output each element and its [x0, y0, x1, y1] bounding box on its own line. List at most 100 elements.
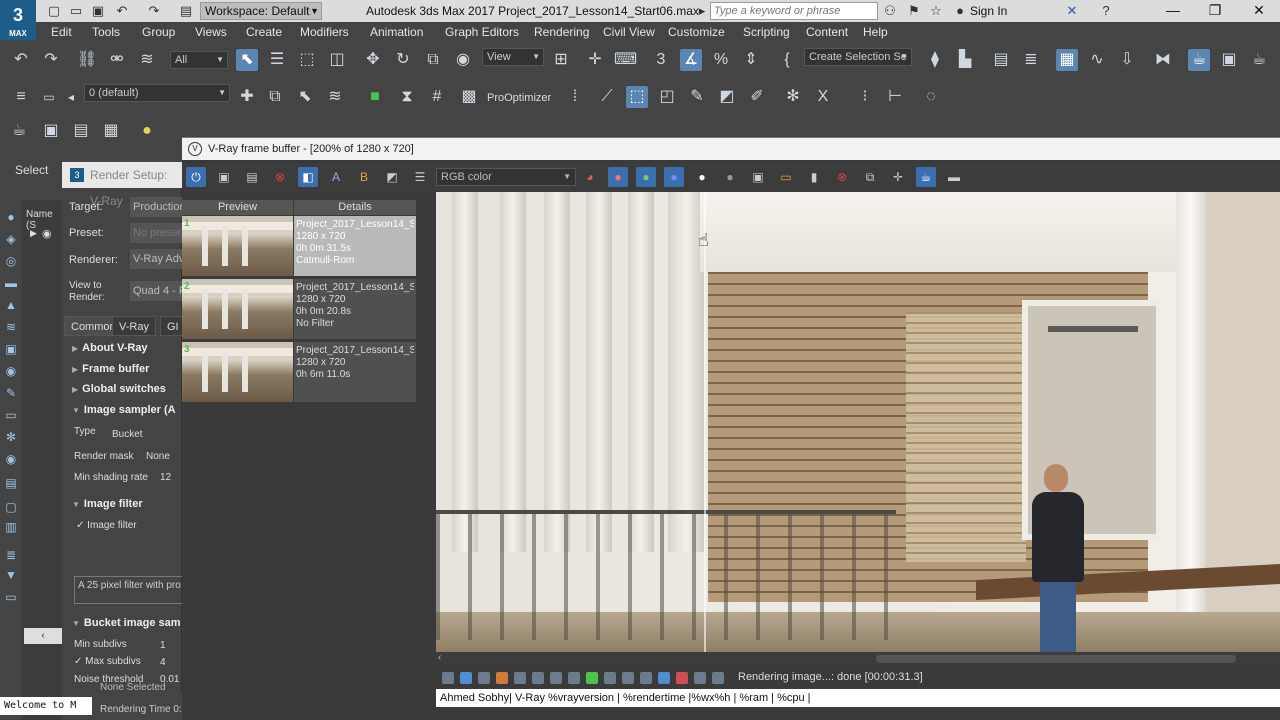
render-setup-icon[interactable]: ☕ — [1188, 49, 1210, 71]
compare-a-b-icon[interactable]: ◧ — [298, 167, 318, 187]
menu-help[interactable]: Help — [863, 25, 888, 39]
rollout-frame-buffer[interactable]: ▶ Frame buffer — [72, 363, 149, 375]
link-icon[interactable]: ⛓ — [76, 49, 98, 71]
target-dropdown[interactable]: Production — [130, 197, 184, 217]
menu-content[interactable]: Content — [806, 25, 848, 39]
unlink-icon[interactable]: ⚮ — [106, 49, 128, 71]
menu-edit[interactable]: Edit — [51, 25, 72, 39]
menu-scripting[interactable]: Scripting — [743, 25, 790, 39]
rollout-about-vray[interactable]: ▶ About V-Ray — [72, 342, 148, 354]
status-icon-14[interactable] — [676, 672, 688, 684]
sign-in-button[interactable]: Sign In — [970, 4, 1007, 18]
tab-vray[interactable]: V-Ray — [112, 316, 156, 336]
rendered-frame-window-icon[interactable]: ▣ — [1218, 49, 1240, 71]
rectangular-selection-icon[interactable]: ⬚ — [296, 49, 318, 71]
bind-space-warp-icon[interactable]: ≋ — [136, 49, 158, 71]
render-setup-title[interactable]: 3 Render Setup: V-Ray — [62, 162, 182, 208]
page-icon[interactable]: ▢ — [4, 500, 18, 514]
set-a-icon[interactable]: A — [326, 167, 346, 187]
red-channel-icon[interactable]: ● — [608, 167, 628, 187]
menu-animation[interactable]: Animation — [370, 25, 423, 39]
color-wheel-icon[interactable]: ◕ — [580, 167, 600, 187]
angle-snap-icon[interactable]: ∡ — [680, 49, 702, 71]
vfb-title-bar[interactable]: V V-Ray frame buffer - [200% of 1280 x 72… — [182, 138, 1280, 160]
grid-icon[interactable]: # — [426, 86, 448, 108]
edit-named-selection-icon[interactable]: { — [776, 49, 798, 71]
ribbon-toggle-icon[interactable]: ▦ — [1056, 49, 1078, 71]
status-icon-7[interactable] — [550, 672, 562, 684]
filter-icon[interactable]: ▼ — [4, 568, 18, 582]
frame-buffer-icon[interactable]: ▣ — [40, 120, 62, 142]
note-icon[interactable]: ▥ — [4, 520, 18, 534]
layer-stack-icon[interactable]: ⧉ — [264, 86, 286, 108]
close-button[interactable]: ✕ — [1244, 2, 1274, 20]
menu-modifiers[interactable]: Modifiers — [300, 25, 349, 39]
status-icon-6[interactable] — [532, 672, 544, 684]
new-file-icon[interactable]: ▢ — [46, 3, 62, 19]
spinner-snap-icon[interactable]: ⇕ — [740, 49, 762, 71]
layer-explorer-icon[interactable]: ≣ — [1020, 49, 1042, 71]
pro-optimizer-stack-icon[interactable]: ⧗ — [396, 86, 418, 108]
freeze-icon[interactable]: ◂ — [60, 86, 82, 108]
renderer-dropdown[interactable]: V-Ray Adv — [130, 249, 184, 269]
blue-channel-icon[interactable]: ● — [664, 167, 684, 187]
display-icon[interactable]: ◈ — [4, 232, 18, 246]
open-folder-icon[interactable]: ▭ — [776, 167, 796, 187]
status-icon-16[interactable] — [712, 672, 724, 684]
keyboard-shortcut-icon[interactable]: ⌨ — [614, 49, 637, 71]
hierarchy-icon[interactable]: ◎ — [4, 254, 18, 268]
alpha-white-icon[interactable]: ● — [692, 167, 712, 187]
undo-icon[interactable]: ↶ — [10, 49, 32, 71]
folder-icon[interactable]: ▭ — [4, 590, 18, 604]
menu-views[interactable]: Views — [195, 25, 227, 39]
curve-editor-icon[interactable]: ∿ — [1086, 49, 1108, 71]
mono-icon[interactable]: ● — [720, 167, 740, 187]
communication-center-icon[interactable]: ⚑ — [906, 3, 922, 19]
help-icon[interactable]: ? — [1098, 3, 1114, 19]
history-item[interactable]: 1 Project_2017_Lesson14_S 1280 x 720 0h … — [182, 215, 416, 277]
scale-icon[interactable]: ⧉ — [422, 49, 444, 71]
compass-icon[interactable]: ⟋ — [596, 86, 618, 108]
layer-dropdown[interactable]: 0 (default) ▼ — [84, 84, 230, 102]
scene-explorer-icon[interactable]: ▤ — [990, 49, 1012, 71]
type-value[interactable]: Bucket — [112, 429, 143, 440]
render-mask-value[interactable]: None — [146, 451, 170, 462]
light-icon[interactable]: ● — [136, 120, 158, 142]
save-frame-icon[interactable]: ▣ — [748, 167, 768, 187]
green-channel-icon[interactable]: ● — [636, 167, 656, 187]
schematic-view-icon[interactable]: ⇩ — [1116, 49, 1138, 71]
rollout-bucket-image-sampler[interactable]: ▼ Bucket image sam — [72, 617, 181, 629]
render-production-icon[interactable]: ☕ — [1248, 49, 1270, 71]
min-subdivs-value[interactable]: 1 — [160, 640, 166, 651]
horizontal-scrollbar[interactable]: ‹ — [436, 652, 1280, 666]
lens-effects-icon[interactable]: ▬ — [944, 167, 964, 187]
status-icon-11[interactable] — [622, 672, 634, 684]
green-box-icon[interactable]: ■ — [364, 86, 386, 108]
preset-dropdown[interactable]: No preset — [130, 223, 184, 243]
box-icon[interactable]: ▭ — [4, 408, 18, 422]
history-item[interactable]: 3 Project_2017_Lesson14_S 1280 x 720 0h … — [182, 341, 416, 403]
paint-icon[interactable]: ✐ — [746, 86, 768, 108]
dotted-grid-icon[interactable]: ⁞ — [564, 86, 586, 108]
app-logo[interactable]: 3 MAX — [0, 0, 36, 40]
named-selection-dropdown[interactable]: Create Selection Se ▼ — [804, 48, 912, 66]
reference-coordinate-dropdown[interactable]: View ▼ — [482, 48, 544, 66]
clear-image-icon[interactable]: ▮ — [804, 167, 824, 187]
selection-filter-dropdown[interactable]: All ▼ — [170, 51, 228, 69]
set-b-icon[interactable]: B — [354, 167, 374, 187]
undo-icon[interactable]: ↶ — [114, 3, 130, 19]
workspace-dropdown[interactable]: Workspace: Default ▼ — [200, 2, 322, 20]
search-input[interactable]: Type a keyword or phrase — [710, 2, 878, 20]
select-menu[interactable]: Select — [15, 163, 48, 177]
checker-icon[interactable]: ▩ — [458, 86, 480, 108]
dotted-a-icon[interactable]: ⁝ — [854, 86, 876, 108]
layers-icon[interactable]: ≋ — [4, 320, 18, 334]
material-editor-icon[interactable]: ⧓ — [1152, 49, 1174, 71]
maximize-button[interactable]: ❐ — [1200, 2, 1230, 20]
toggle-layers-icon[interactable]: ≡ — [10, 86, 32, 108]
status-icon-5[interactable] — [514, 672, 526, 684]
history-details-header[interactable]: Details — [294, 200, 416, 215]
history-preview-header[interactable]: Preview — [182, 200, 293, 215]
region-render-icon[interactable]: ⧉ — [860, 167, 880, 187]
table-icon[interactable]: ▦ — [100, 120, 122, 142]
